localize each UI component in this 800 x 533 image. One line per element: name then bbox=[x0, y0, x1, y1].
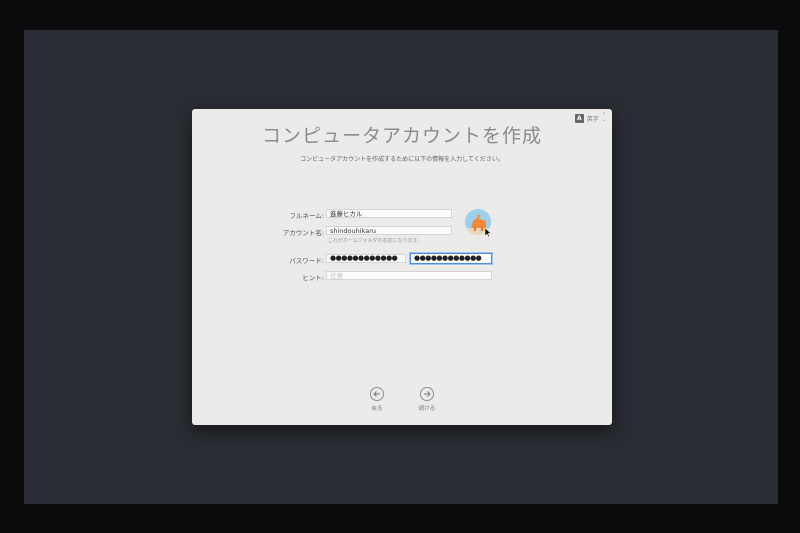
password-label: パスワード: bbox=[289, 257, 324, 265]
full-name-label: フルネーム: bbox=[289, 212, 325, 220]
setup-assistant-window: A 英字 ⌃ ⌄ コンピュータアカウントを作成 コンピュータアカウントを作成するた… bbox=[192, 109, 612, 425]
account-name-label: アカウント名: bbox=[282, 229, 324, 237]
back-arrow-icon bbox=[370, 387, 384, 401]
hint-label: ヒント: bbox=[302, 274, 324, 282]
full-name-field[interactable]: 進藤ヒカル bbox=[326, 209, 452, 218]
password-value: ●●●●●●●●●●●● bbox=[330, 254, 398, 262]
full-name-value: 進藤ヒカル bbox=[330, 210, 363, 218]
account-name-helper: これがホームフォルダの名前になります。 bbox=[328, 238, 423, 244]
back-label: 戻る bbox=[371, 406, 383, 412]
hint-placeholder: 任意 bbox=[330, 272, 343, 280]
account-name-value: shindouhikaru bbox=[330, 227, 377, 235]
mouse-cursor-icon bbox=[485, 228, 491, 237]
page-title: コンピュータアカウントを作成 bbox=[261, 125, 542, 147]
verify-password-field[interactable]: ●●●●●●●●●●●● bbox=[410, 253, 492, 264]
account-name-field[interactable]: shindouhikaru bbox=[326, 226, 452, 235]
continue-button[interactable]: 続ける bbox=[407, 387, 447, 412]
back-button[interactable]: 戻る bbox=[357, 387, 397, 412]
password-field[interactable]: ●●●●●●●●●●●● bbox=[326, 254, 406, 263]
forward-arrow-icon bbox=[420, 387, 434, 401]
hint-field[interactable]: 任意 bbox=[326, 271, 492, 280]
continue-label: 続ける bbox=[418, 406, 436, 412]
verify-password-value: ●●●●●●●●●●●● bbox=[414, 254, 482, 262]
page-subtitle: コンピュータアカウントを作成するために以下の情報を入力してください。 bbox=[300, 156, 504, 163]
